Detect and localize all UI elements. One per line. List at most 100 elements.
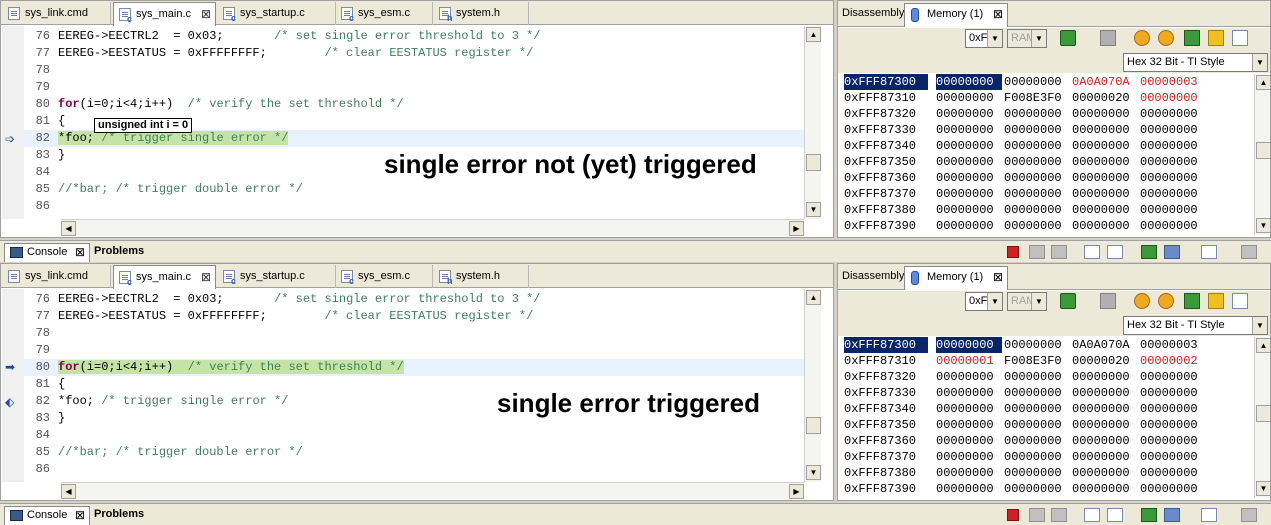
memory-row[interactable]: 0xFFF87350 00000000 00000000 00000000 000000… bbox=[840, 154, 1254, 170]
tab-sys-main-c[interactable]: c sys_main.c ⊠ bbox=[113, 2, 216, 26]
export-icon[interactable] bbox=[1184, 293, 1200, 309]
refresh-icon[interactable] bbox=[1060, 293, 1076, 309]
memory-address[interactable]: 0xFFF87370 bbox=[844, 449, 928, 465]
scroll-up-icon[interactable]: ▲ bbox=[1256, 75, 1271, 90]
new-memory-icon[interactable] bbox=[1232, 30, 1248, 46]
remove-all-icon[interactable] bbox=[1051, 508, 1067, 522]
memory-cell[interactable]: 00000000 bbox=[1140, 122, 1206, 138]
memory-cell[interactable]: 00000000 bbox=[1072, 449, 1138, 465]
memory-cell[interactable]: 00000001 bbox=[936, 353, 1002, 369]
memory-address[interactable]: 0xFFF87380 bbox=[844, 202, 928, 218]
tab-sys-startup-c[interactable]: c sys_startup.c bbox=[218, 265, 336, 288]
memory-cell[interactable]: 00000000 bbox=[1140, 481, 1206, 497]
pin-console-icon[interactable] bbox=[1141, 245, 1157, 259]
memory-cell[interactable]: 00000000 bbox=[1140, 449, 1206, 465]
scroll-down-icon[interactable]: ▼ bbox=[1256, 218, 1271, 233]
memory-row[interactable]: 0xFFF87360 00000000 00000000 00000000 000000… bbox=[840, 433, 1254, 449]
memory-cell[interactable]: 00000000 bbox=[936, 369, 1002, 385]
memory-cell[interactable]: 00000000 bbox=[1072, 481, 1138, 497]
memory-row[interactable]: 0xFFF87380 00000000 00000000 00000000 000000… bbox=[840, 202, 1254, 218]
memory-address[interactable]: 0xFFF87300 bbox=[844, 74, 928, 90]
editor-gutter[interactable]: ➩ bbox=[2, 26, 24, 219]
memory-cell[interactable]: 00000000 bbox=[1004, 481, 1070, 497]
memory-cell[interactable]: 00000000 bbox=[936, 337, 1002, 353]
scroll-right-icon[interactable]: ▶ bbox=[789, 484, 804, 499]
memory-address[interactable]: 0xFFF87370 bbox=[844, 186, 928, 202]
format-select[interactable]: Hex 32 Bit - TI Style ▼ bbox=[1123, 316, 1268, 335]
memory-row[interactable]: 0xFFF87350 00000000 00000000 00000000 000000… bbox=[840, 417, 1254, 433]
memory-type-select[interactable]: RAM ▼ bbox=[1007, 292, 1047, 311]
memory-cell[interactable]: 0A0A070A bbox=[1072, 74, 1138, 90]
tab-system-h[interactable]: h system.h bbox=[434, 2, 529, 25]
memory-cell[interactable]: 00000000 bbox=[936, 385, 1002, 401]
scroll-left-icon[interactable]: ◀ bbox=[61, 221, 76, 236]
terminate-icon[interactable] bbox=[1007, 246, 1019, 258]
memory-cell[interactable]: 00000000 bbox=[1004, 138, 1070, 154]
memory-cell[interactable]: 00000000 bbox=[1004, 369, 1070, 385]
memory-row[interactable]: 0xFFF87300 00000000 00000000 0A0A070A 000000… bbox=[840, 337, 1254, 353]
memory-row[interactable]: 0xFFF87390 00000000 00000000 00000000 000000… bbox=[840, 481, 1254, 497]
tab-problems[interactable]: Problems bbox=[92, 506, 152, 525]
link-icon[interactable] bbox=[1134, 293, 1150, 309]
scroll-down-icon[interactable]: ▼ bbox=[806, 465, 821, 480]
memory-address[interactable]: 0xFFF87320 bbox=[844, 106, 928, 122]
new-memory-icon[interactable] bbox=[1232, 293, 1248, 309]
tab-system-h[interactable]: h system.h bbox=[434, 265, 529, 288]
instruction-pointer-icon[interactable]: ➡ bbox=[5, 360, 21, 374]
scroll-lock-icon[interactable] bbox=[1107, 508, 1123, 522]
memory-cell[interactable]: 00000000 bbox=[1072, 218, 1138, 234]
memory-cell[interactable]: 00000000 bbox=[936, 138, 1002, 154]
memory-cell[interactable]: 00000000 bbox=[1140, 385, 1206, 401]
memory-cell[interactable]: 00000000 bbox=[1140, 465, 1206, 481]
memory-cell[interactable]: 00000000 bbox=[936, 202, 1002, 218]
memory-row[interactable]: 0xFFF87330 00000000 00000000 00000000 000000… bbox=[840, 122, 1254, 138]
tab-memory[interactable]: Memory (1) ⊠ bbox=[904, 266, 1008, 290]
close-icon[interactable]: ⊠ bbox=[201, 3, 211, 25]
scroll-thumb[interactable] bbox=[1256, 142, 1271, 159]
remove-launch-icon[interactable] bbox=[1029, 245, 1045, 259]
memory-chip-icon[interactable] bbox=[1100, 30, 1116, 46]
memory-address[interactable]: 0xFFF87330 bbox=[844, 385, 928, 401]
terminate-icon[interactable] bbox=[1007, 509, 1019, 521]
tab-sys-link-cmd[interactable]: sys_link.cmd bbox=[3, 2, 111, 25]
lock-icon[interactable] bbox=[1208, 293, 1224, 309]
editor-vertical-scrollbar[interactable]: ▲ ▼ bbox=[804, 289, 821, 482]
scroll-thumb[interactable] bbox=[806, 417, 821, 434]
tab-sys-esm-c[interactable]: c sys_esm.c bbox=[336, 2, 433, 25]
memory-row[interactable]: 0xFFF87320 00000000 00000000 00000000 000000… bbox=[840, 106, 1254, 122]
memory-address[interactable]: 0xFFF87340 bbox=[844, 138, 928, 154]
pin-console-icon[interactable] bbox=[1141, 508, 1157, 522]
clear-console-icon[interactable] bbox=[1084, 245, 1100, 259]
code-editor[interactable]: sys_link.cmd c sys_main.c ⊠ c sys_startu… bbox=[0, 263, 834, 501]
memory-cell[interactable]: 00000000 bbox=[1072, 154, 1138, 170]
memory-cell[interactable]: 00000000 bbox=[1140, 417, 1206, 433]
memory-cell[interactable]: 00000000 bbox=[1072, 401, 1138, 417]
memory-row[interactable]: 0xFFF87340 00000000 00000000 00000000 000000… bbox=[840, 138, 1254, 154]
scroll-up-icon[interactable]: ▲ bbox=[806, 27, 821, 42]
link-icon[interactable] bbox=[1134, 30, 1150, 46]
scroll-lock-icon[interactable] bbox=[1107, 245, 1123, 259]
memory-cell[interactable]: 00000000 bbox=[936, 74, 1002, 90]
display-console-icon[interactable] bbox=[1164, 508, 1180, 522]
memory-cell[interactable]: 00000000 bbox=[1140, 90, 1206, 106]
close-icon[interactable]: ⊠ bbox=[993, 267, 1003, 288]
memory-cell[interactable]: 00000000 bbox=[1072, 106, 1138, 122]
memory-address[interactable]: 0xFFF87360 bbox=[844, 433, 928, 449]
memory-cell[interactable]: 00000000 bbox=[1004, 417, 1070, 433]
memory-cell[interactable]: 00000000 bbox=[1072, 433, 1138, 449]
memory-row[interactable]: 0xFFF87340 00000000 00000000 00000000 000000… bbox=[840, 401, 1254, 417]
breakpoint-icon[interactable]: ⬖ bbox=[5, 395, 21, 409]
remove-launch-icon[interactable] bbox=[1029, 508, 1045, 522]
display-console-icon[interactable] bbox=[1164, 245, 1180, 259]
memory-address[interactable]: 0xFFF87340 bbox=[844, 401, 928, 417]
memory-cell[interactable]: 00000000 bbox=[936, 122, 1002, 138]
tab-sys-link-cmd[interactable]: sys_link.cmd bbox=[3, 265, 111, 288]
memory-address[interactable]: 0xFFF87320 bbox=[844, 369, 928, 385]
close-icon[interactable]: ⊠ bbox=[75, 244, 85, 261]
memory-cell[interactable]: 00000000 bbox=[1140, 218, 1206, 234]
memory-cell[interactable]: 00000000 bbox=[1072, 369, 1138, 385]
refresh-icon[interactable] bbox=[1060, 30, 1076, 46]
close-icon[interactable]: ⊠ bbox=[201, 266, 211, 288]
memory-cell[interactable]: 00000003 bbox=[1140, 337, 1206, 353]
memory-row[interactable]: 0xFFF87310 00000001 F008E3F0 00000020 000000… bbox=[840, 353, 1254, 369]
